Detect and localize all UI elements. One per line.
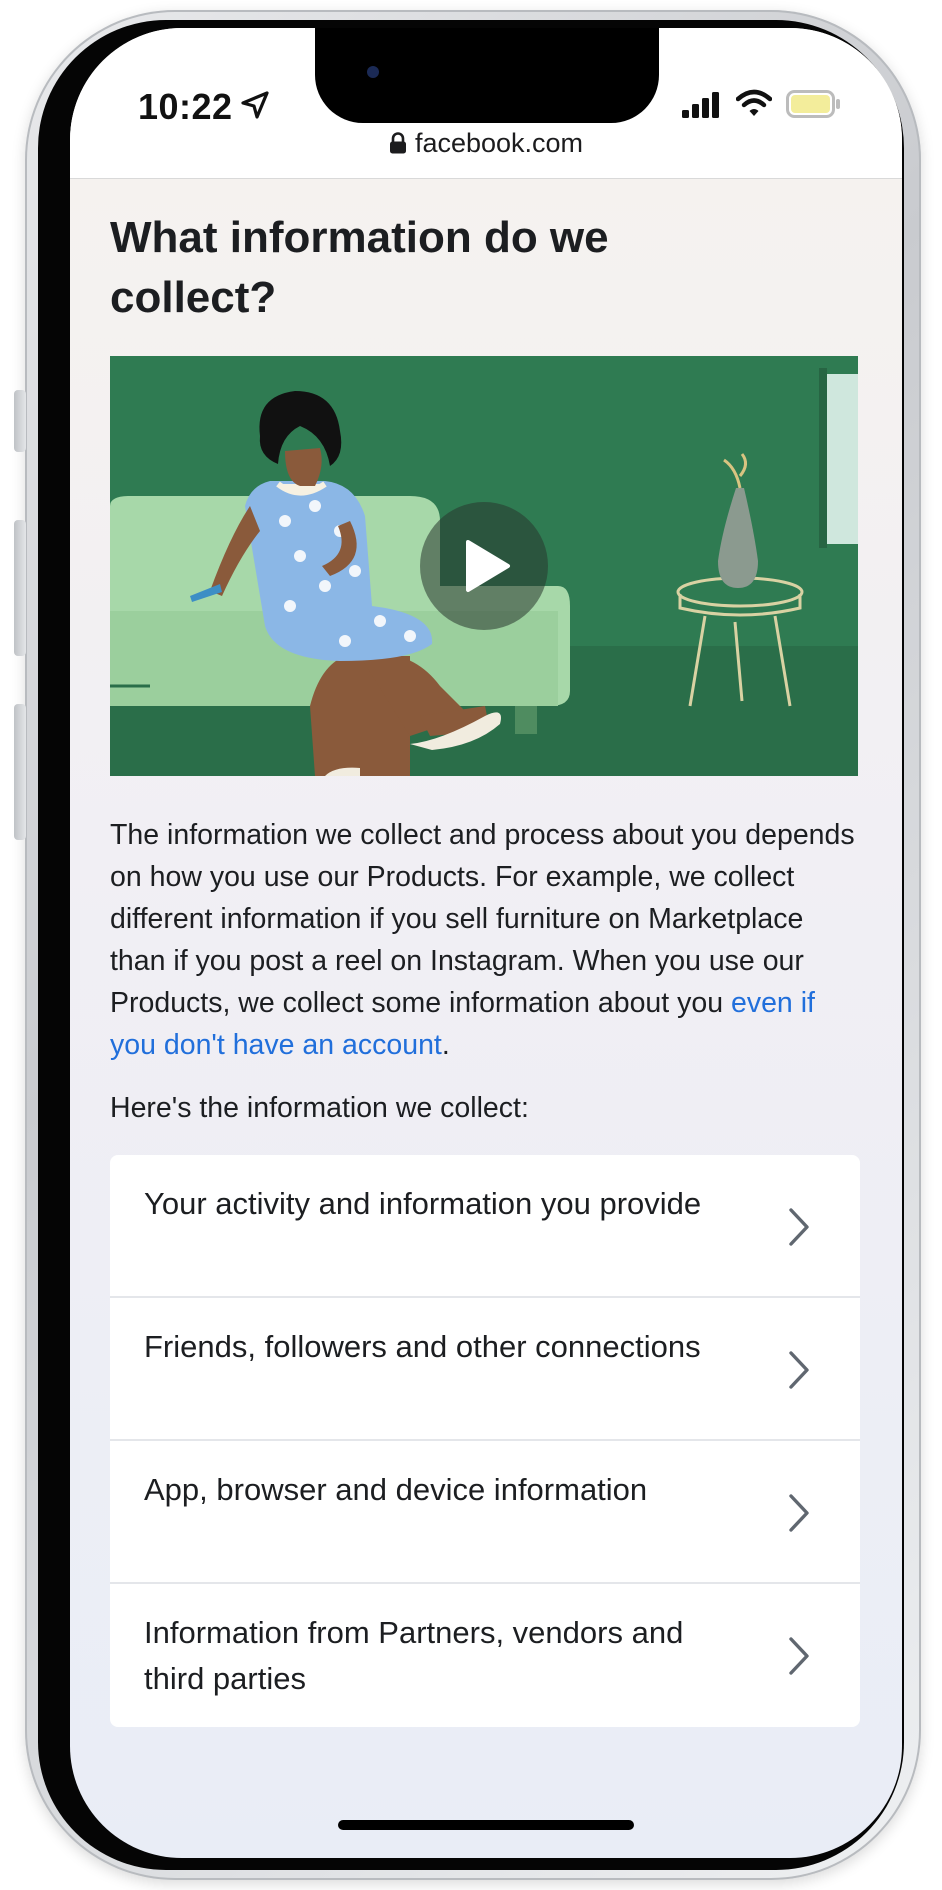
- chevron-right-icon: [789, 1637, 809, 1675]
- chevron-right-icon: [789, 1351, 809, 1389]
- battery-icon: [786, 90, 840, 118]
- status-time: 10:22: [138, 86, 233, 127]
- list-item-label: Information from Partners, vendors and t…: [144, 1615, 684, 1696]
- address-bar[interactable]: facebook.com: [70, 128, 902, 159]
- intro-paragraph: The information we collect and process a…: [110, 814, 862, 1066]
- page-content: What information do we collect? The info…: [110, 178, 862, 1727]
- info-category-list: Your activity and information you provid…: [110, 1155, 860, 1727]
- camera-dot: [367, 66, 379, 78]
- intro-end: .: [441, 1029, 450, 1061]
- notch: [315, 28, 659, 123]
- play-button[interactable]: [420, 502, 548, 630]
- play-icon: [466, 540, 510, 592]
- home-indicator[interactable]: [338, 1820, 634, 1830]
- mute-switch: [14, 390, 26, 452]
- wifi-icon: [736, 89, 772, 116]
- list-item-label: Your activity and information you provid…: [144, 1186, 702, 1221]
- screen: 10:22 facebook.com What information do w…: [70, 28, 902, 1858]
- status-bar: 10:22 facebook.com: [70, 28, 902, 179]
- list-item-device-info[interactable]: App, browser and device information: [110, 1441, 860, 1584]
- list-item-activity[interactable]: Your activity and information you provid…: [110, 1155, 860, 1298]
- url-text: facebook.com: [414, 128, 584, 158]
- volume-down-button: [14, 704, 26, 840]
- cellular-signal-icon: [682, 92, 719, 118]
- lock-icon: [389, 132, 406, 154]
- page-title: What information do we collect?: [110, 213, 609, 322]
- collect-subhead: Here's the information we collect:: [110, 1092, 529, 1124]
- chevron-right-icon: [789, 1208, 809, 1246]
- list-item-connections[interactable]: Friends, followers and other connections: [110, 1298, 860, 1441]
- list-item-label: App, browser and device information: [144, 1472, 648, 1507]
- chevron-right-icon: [789, 1494, 809, 1532]
- list-item-partners[interactable]: Information from Partners, vendors and t…: [110, 1584, 860, 1727]
- video-player[interactable]: [110, 356, 858, 776]
- volume-up-button: [14, 520, 26, 656]
- location-arrow-icon: [241, 91, 269, 119]
- list-item-label: Friends, followers and other connections: [144, 1329, 701, 1364]
